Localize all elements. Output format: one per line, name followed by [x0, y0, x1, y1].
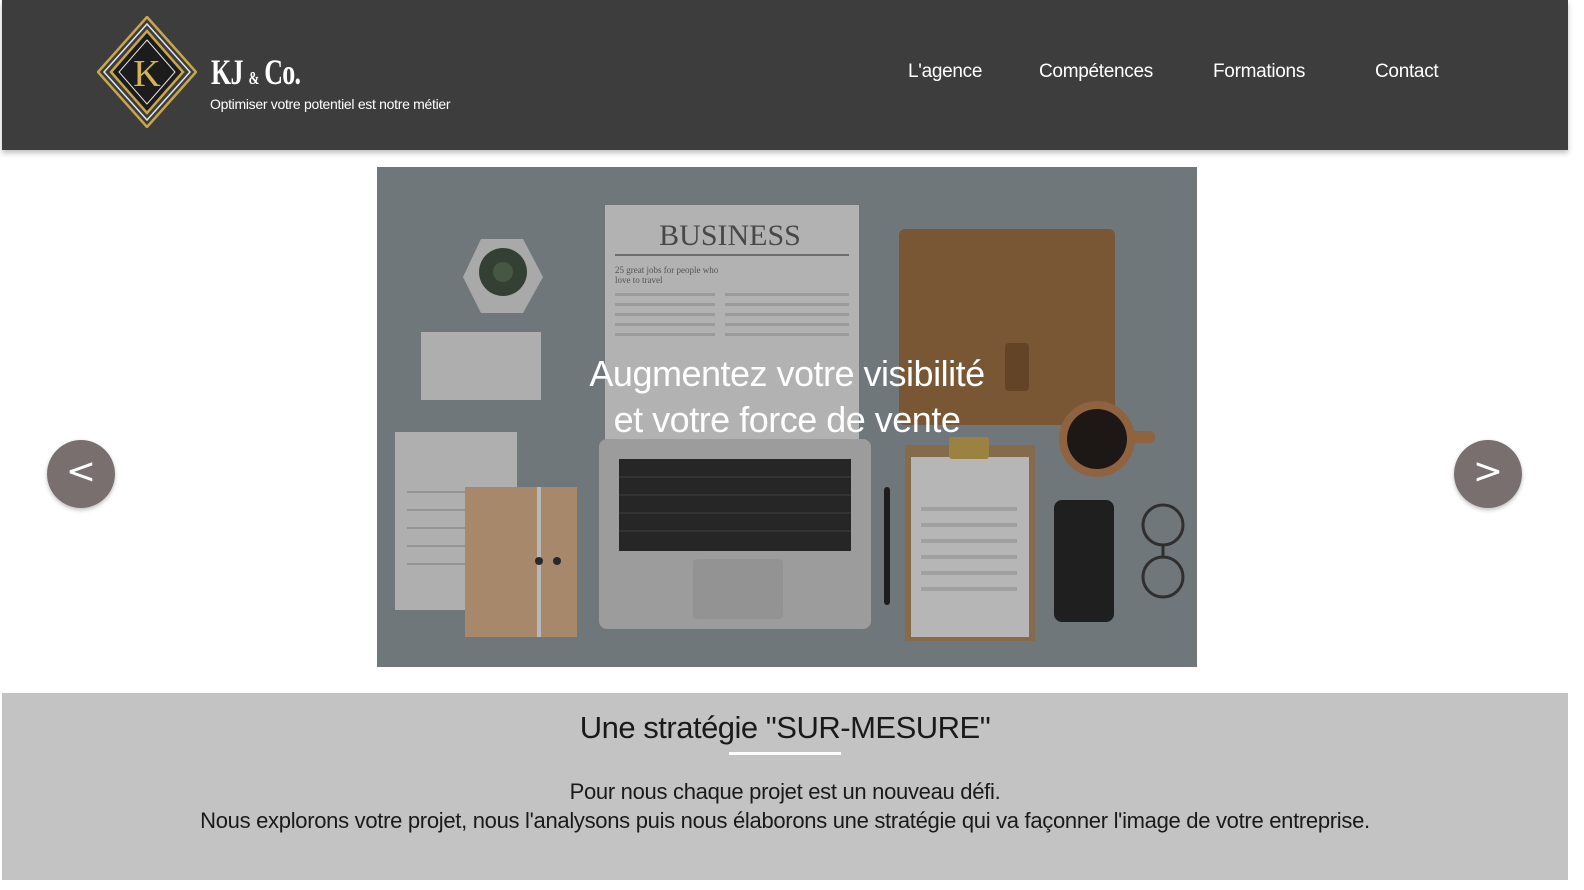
strategy-title: Une stratégie "SUR-MESURE" — [579, 710, 991, 745]
slider-prev-button[interactable]: < — [47, 440, 115, 508]
brand-suffix: Co. — [264, 52, 301, 92]
nav-item-agence[interactable]: L'agence — [908, 61, 982, 83]
strategy-paragraph-2: Nous explorons votre projet, nous l'anal… — [200, 808, 1370, 833]
slider-next-button[interactable]: > — [1454, 440, 1522, 508]
strategy-paragraph-1: Pour nous chaque projet est un nouveau d… — [569, 779, 1001, 804]
brand-name[interactable]: KJ & Co. — [211, 52, 301, 98]
hero-slide: BUSINESS 25 great jobs for people who lo… — [377, 167, 1197, 667]
brand-name-part: KJ — [211, 52, 243, 92]
strategy-section: Une stratégie "SUR-MESURE" Pour nous cha… — [2, 693, 1568, 880]
logo-diamond-icon[interactable]: K — [97, 16, 197, 128]
site-header: K KJ & Co. Optimiser votre potentiel est… — [2, 0, 1568, 150]
nav-item-competences[interactable]: Compétences — [1039, 61, 1153, 83]
logo-letter: K — [133, 53, 161, 95]
page: K KJ & Co. Optimiser votre potentiel est… — [0, 0, 1584, 890]
hero-heading: Augmentez votre visibilité et votre forc… — [377, 351, 1197, 443]
hero-heading-line-2: et votre force de vente — [613, 399, 961, 440]
hero-heading-line-1: Augmentez votre visibilité — [589, 353, 985, 394]
nav-item-formations[interactable]: Formations — [1213, 61, 1305, 83]
tagline: Optimiser votre potentiel est notre méti… — [210, 96, 451, 112]
title-underline — [729, 752, 841, 755]
brand-ampersand: & — [248, 68, 259, 88]
nav-item-contact[interactable]: Contact — [1375, 61, 1439, 83]
